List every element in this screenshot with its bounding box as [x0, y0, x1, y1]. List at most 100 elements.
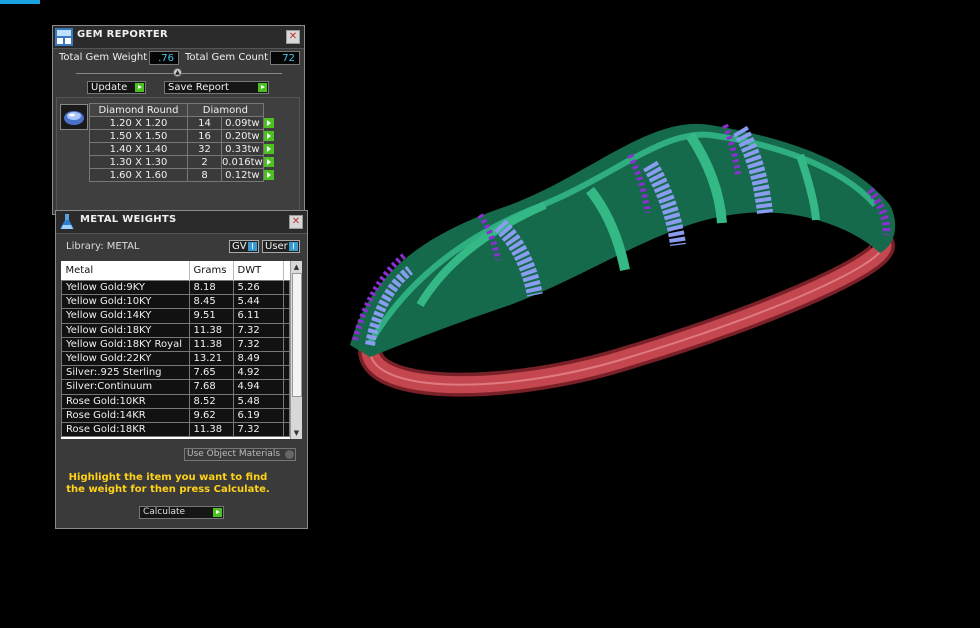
metal-column-header[interactable]: Metal	[61, 261, 190, 281]
gem-count: 32	[187, 142, 222, 156]
metal-list[interactable]: Metal Grams DWT Yellow Gold:9KY 8.18 5.26 …	[61, 261, 290, 439]
gem-count: 16	[187, 129, 222, 143]
diamond-gem-icon	[64, 111, 84, 125]
calculate-button[interactable]: Calculate	[139, 506, 224, 519]
play-icon	[135, 83, 144, 92]
window-tab-marker	[0, 0, 40, 4]
metal-dwt: 6.11	[232, 308, 284, 324]
metal-grams: 13.21	[188, 350, 234, 367]
table-row[interactable]: Yellow Gold:18KY Royal 11.38 7.32	[61, 336, 290, 352]
table-row[interactable]: 1.60 X 1.60 8 0.12tw	[89, 168, 276, 182]
table-row[interactable]: Silver:Continuum 7.68 4.94	[61, 379, 290, 395]
metal-grams: 11.38	[188, 322, 234, 338]
select-gem-arrow-icon[interactable]	[264, 169, 275, 180]
gv-toggle[interactable]: GV I	[229, 240, 259, 253]
total-gem-count-value: 72	[270, 51, 300, 65]
metal-weights-titlebar[interactable]: METAL WEIGHTS ✕	[56, 211, 307, 234]
gem-table: Diamond Round Diamond 1.20 X 1.20 14 0.0…	[89, 103, 276, 182]
scroll-thumb[interactable]	[292, 273, 302, 397]
gem-weight: 0.20tw	[221, 129, 264, 143]
metal-dwt: 7.32	[232, 421, 284, 438]
grams-column-header[interactable]: Grams	[189, 261, 234, 281]
use-object-materials-label: Use Object Materials	[187, 449, 281, 459]
splitter-handle-icon[interactable]: ▲	[173, 68, 182, 77]
metal-dwt: 4.94	[232, 379, 284, 395]
table-row[interactable]: Yellow Gold:10KY 8.45 5.44	[61, 294, 290, 310]
table-row[interactable]: 1.20 X 1.20 14 0.09tw	[89, 116, 276, 130]
select-gem-arrow-icon[interactable]	[264, 156, 275, 167]
metal-grams: 11.38	[188, 421, 234, 438]
metal-name: Yellow Gold:10KY	[61, 294, 190, 310]
gem-weight: 0.12tw	[221, 168, 264, 182]
update-button[interactable]: Update	[87, 81, 146, 94]
save-report-button-label: Save Report	[168, 82, 229, 93]
metal-name: Yellow Gold:14KY	[61, 308, 190, 324]
metal-grams: 11.38	[188, 336, 234, 352]
metal-grams: 8.45	[188, 294, 234, 310]
table-row[interactable]: Rose Gold:14KR 9.62 6.19	[61, 407, 290, 423]
select-gem-arrow-icon[interactable]	[264, 143, 275, 154]
gem-reporter-close-icon[interactable]: ✕	[286, 30, 300, 44]
metal-name: Silver:.925 Sterling	[61, 365, 190, 381]
gem-weight: 0.33tw	[221, 142, 264, 156]
select-gem-arrow-icon[interactable]	[264, 130, 275, 141]
table-row[interactable]: Yellow Gold:14KY 9.51 6.11	[61, 308, 290, 324]
calculate-button-label: Calculate	[143, 507, 186, 517]
user-toggle[interactable]: User I	[262, 240, 300, 253]
bangle-head	[350, 123, 896, 358]
gem-thumbnail[interactable]	[60, 104, 88, 130]
gem-report-icon	[55, 28, 73, 46]
scroll-down-icon[interactable]: ▼	[292, 428, 301, 438]
metal-dwt: 5.48	[232, 393, 284, 409]
table-row[interactable]: Rose Gold:18KR 11.38 7.32	[61, 421, 290, 438]
gem-count: 14	[187, 116, 222, 130]
gem-weight: 0.09tw	[221, 116, 264, 130]
select-gem-arrow-icon[interactable]	[264, 117, 275, 128]
metal-dwt: 6.19	[232, 407, 284, 423]
update-button-label: Update	[91, 82, 128, 93]
gem-reporter-title: GEM REPORTER	[77, 29, 169, 40]
play-icon	[213, 508, 222, 517]
metal-name: Yellow Gold:18KY	[61, 322, 190, 338]
bangle-3d-model[interactable]	[330, 95, 910, 415]
toggle-indicator-icon: I	[289, 242, 298, 251]
table-row[interactable]: 1.30 X 1.30 2 0.016tw	[89, 155, 276, 169]
metal-dwt: 7.32	[232, 336, 284, 352]
metal-grams: 7.68	[188, 379, 234, 395]
gem-size: 1.40 X 1.40	[89, 142, 188, 156]
table-row[interactable]: Yellow Gold:18KY 11.38 7.32	[61, 322, 290, 338]
table-row[interactable]: Silver:.925 Sterling 7.65 4.92	[61, 365, 290, 381]
gv-toggle-label: GV	[232, 241, 247, 252]
toggle-indicator-icon: I	[248, 242, 257, 251]
scroll-up-icon[interactable]: ▲	[292, 262, 301, 272]
metal-weights-close-icon[interactable]: ✕	[289, 215, 303, 229]
table-row[interactable]: Rose Gold:10KR 8.52 5.48	[61, 393, 290, 409]
metal-flask-icon	[60, 214, 74, 229]
metal-name: Silver:Continuum	[61, 379, 190, 395]
calculate-hint-text: Highlight the item you want to find the …	[66, 472, 270, 495]
gem-size: 1.60 X 1.60	[89, 168, 188, 182]
metal-dwt: 8.49	[232, 350, 284, 367]
metal-name: Rose Gold:10KR	[61, 393, 190, 409]
gem-reporter-titlebar[interactable]: GEM REPORTER ✕	[53, 26, 304, 49]
metal-dwt: 7.32	[232, 322, 284, 338]
table-row[interactable]: Yellow Gold:22KY 13.21 8.49	[61, 350, 290, 367]
metal-weights-title: METAL WEIGHTS	[80, 214, 177, 225]
metal-dwt: 5.26	[232, 279, 284, 296]
metal-list-scrollbar[interactable]: ▲ ▼	[290, 261, 302, 439]
dwt-column-header[interactable]: DWT	[233, 261, 284, 281]
gem-size: 1.50 X 1.50	[89, 129, 188, 143]
table-row[interactable]: 1.50 X 1.50 16 0.20tw	[89, 129, 276, 143]
table-row[interactable]: Yellow Gold:9KY 8.18 5.26	[61, 279, 290, 296]
user-toggle-label: User	[265, 241, 288, 252]
checkbox-icon[interactable]	[285, 450, 294, 459]
metal-name: Rose Gold:18KR	[61, 421, 190, 438]
table-row[interactable]: 1.40 X 1.40 32 0.33tw	[89, 142, 276, 156]
metal-name: Rose Gold:14KR	[61, 407, 190, 423]
gem-shape-header: Diamond Round	[89, 103, 188, 117]
total-gem-weight-label: Total Gem Weight	[59, 52, 148, 63]
gem-size: 1.20 X 1.20	[89, 116, 188, 130]
use-object-materials-button[interactable]: Use Object Materials	[184, 448, 296, 461]
save-report-button[interactable]: Save Report	[164, 81, 269, 94]
total-gem-weight-value: .76	[149, 51, 179, 65]
